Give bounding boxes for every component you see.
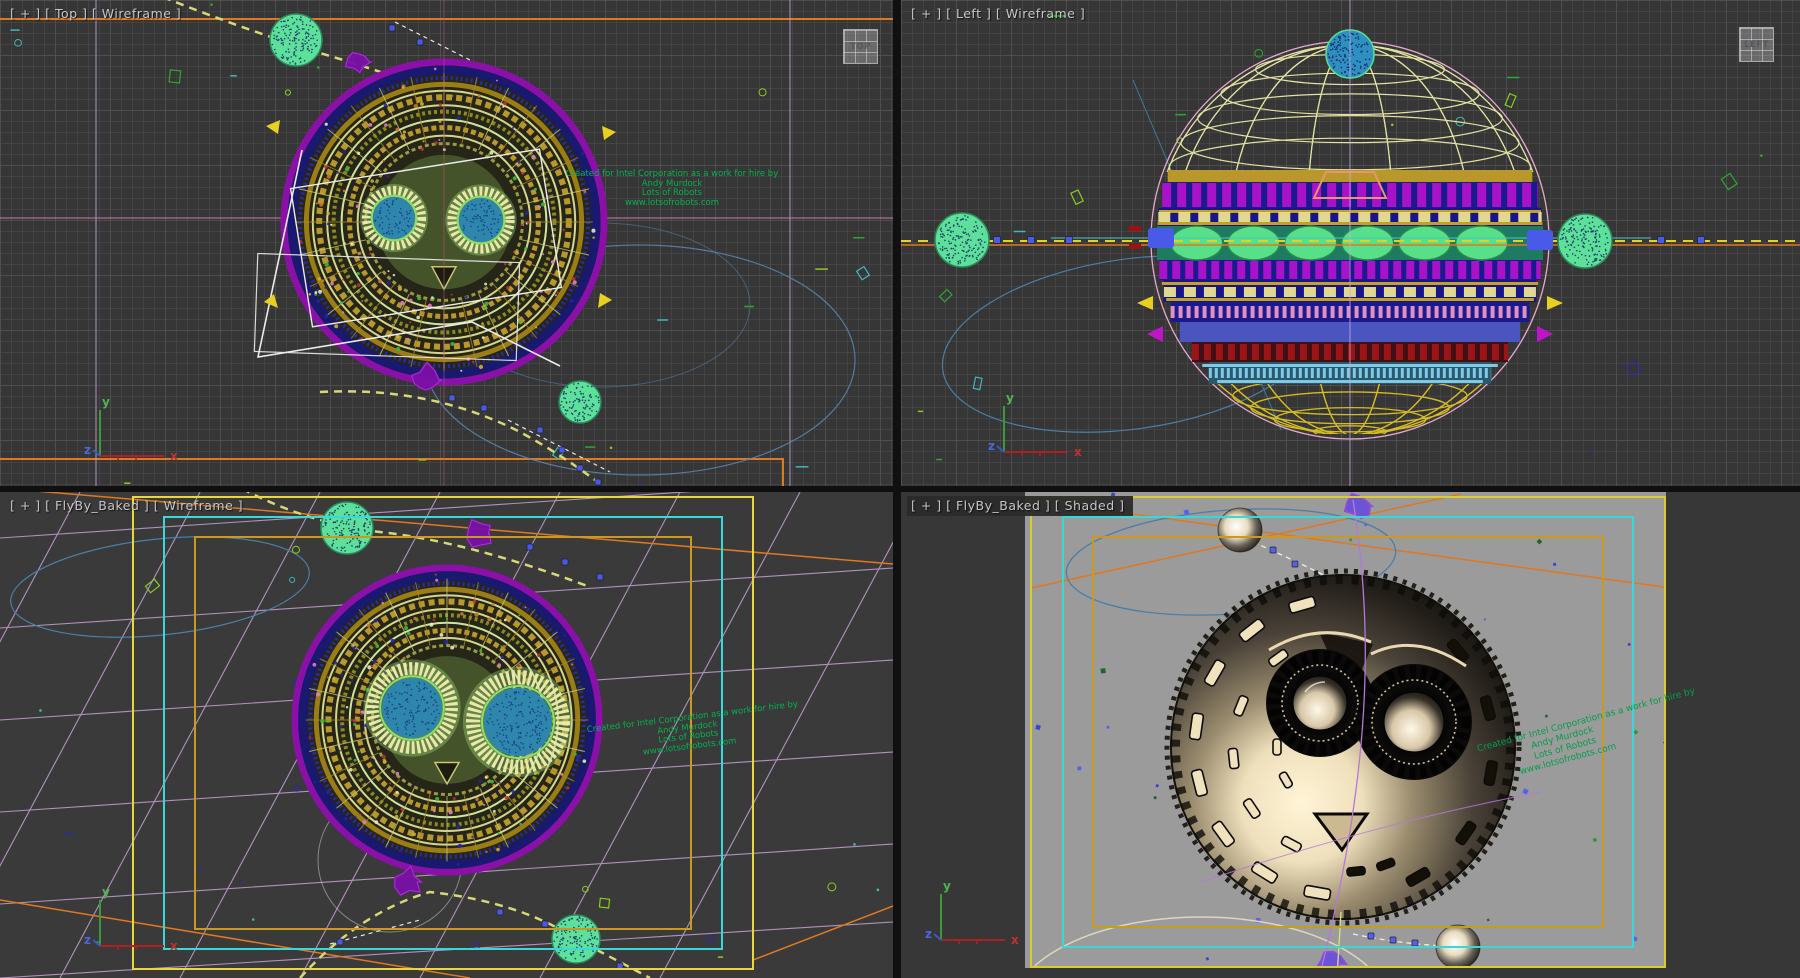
viewport-top-wireframe[interactable]: yxz [ + ] [ Top ] [ Wireframe ] TOP Crea…: [0, 0, 893, 486]
viewport-left-wireframe[interactable]: y x z [ + ] [ Left ] [ Wireframe ] LEFT: [901, 0, 1800, 486]
scene-flyby-shaded: y x z: [901, 492, 1800, 978]
svg-text:z: z: [84, 443, 91, 457]
viewcube-left[interactable]: LEFT: [1739, 27, 1774, 62]
scene-top-view: y x z: [0, 0, 893, 486]
viewport-label-top[interactable]: [ + ] [ Top ] [ Wireframe ]: [10, 6, 181, 21]
svg-text:y: y: [102, 885, 110, 899]
svg-text:x: x: [170, 939, 178, 953]
scene-left-view: y x z: [901, 0, 1800, 486]
svg-text:y: y: [943, 879, 951, 893]
viewport-flyby-wireframe[interactable]: yxz [ + ] [ FlyBy_Baked ] [ Wireframe ] …: [0, 492, 893, 978]
viewport-label-flyby-wireframe[interactable]: [ + ] [ FlyBy_Baked ] [ Wireframe ]: [10, 498, 243, 513]
viewcube-top[interactable]: TOP: [843, 29, 878, 64]
svg-text:z: z: [925, 927, 932, 941]
svg-text:x: x: [1011, 933, 1019, 947]
svg-text:y: y: [102, 395, 110, 409]
viewport-label-flyby-shaded[interactable]: [ + ] [ FlyBy_Baked ] [ Shaded ]: [907, 496, 1133, 516]
scene-flyby-wire: y x z: [0, 492, 893, 978]
viewport-label-left[interactable]: [ + ] [ Left ] [ Wireframe ]: [911, 6, 1085, 21]
viewport-flyby-shaded[interactable]: yxz [ + ] [ FlyBy_Baked ] [ Shaded ] Cre…: [901, 492, 1800, 978]
svg-text:z: z: [988, 439, 995, 453]
owl-right-eye: [1356, 664, 1472, 780]
svg-text:x: x: [1074, 445, 1082, 459]
owl-left-eye: [1266, 649, 1374, 757]
svg-text:x: x: [170, 449, 178, 463]
svg-text:y: y: [1006, 391, 1014, 405]
svg-text:z: z: [84, 933, 91, 947]
viewport-quad-layout: yxz [ + ] [ Top ] [ Wireframe ] TOP Crea…: [0, 0, 1800, 978]
